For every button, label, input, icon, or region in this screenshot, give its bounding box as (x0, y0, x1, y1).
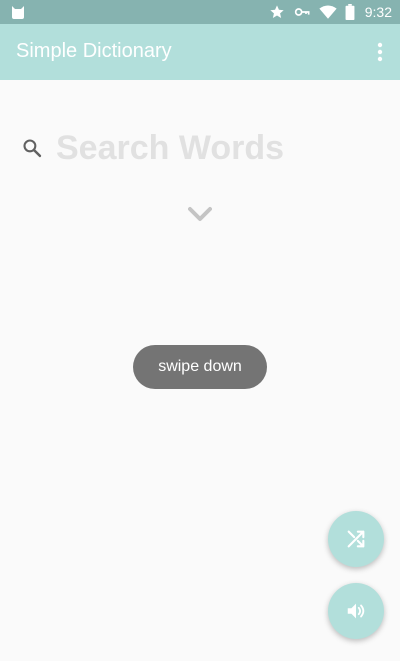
search-icon[interactable] (22, 138, 42, 158)
app-title: Simple Dictionary (16, 40, 172, 62)
cat-notification-icon (10, 4, 26, 20)
chevron-down-icon (188, 206, 212, 222)
volume-icon (345, 600, 367, 622)
status-time: 9:32 (364, 4, 392, 20)
star-icon (269, 4, 285, 20)
shuffle-button[interactable] (328, 511, 384, 567)
app-bar: Simple Dictionary (0, 24, 400, 80)
battery-icon (345, 4, 355, 20)
wifi-icon (319, 4, 337, 20)
sound-button[interactable] (328, 583, 384, 639)
toast-text: swipe down (158, 358, 242, 375)
shuffle-icon (345, 528, 367, 550)
search-input[interactable] (56, 126, 376, 170)
vpn-key-icon (293, 4, 311, 20)
swipe-hint-toast: swipe down (133, 345, 267, 389)
search-bar (22, 126, 382, 170)
more-vert-icon[interactable] (372, 40, 388, 64)
status-icons: 9:32 (269, 0, 392, 24)
status-bar: 9:32 (0, 0, 400, 24)
